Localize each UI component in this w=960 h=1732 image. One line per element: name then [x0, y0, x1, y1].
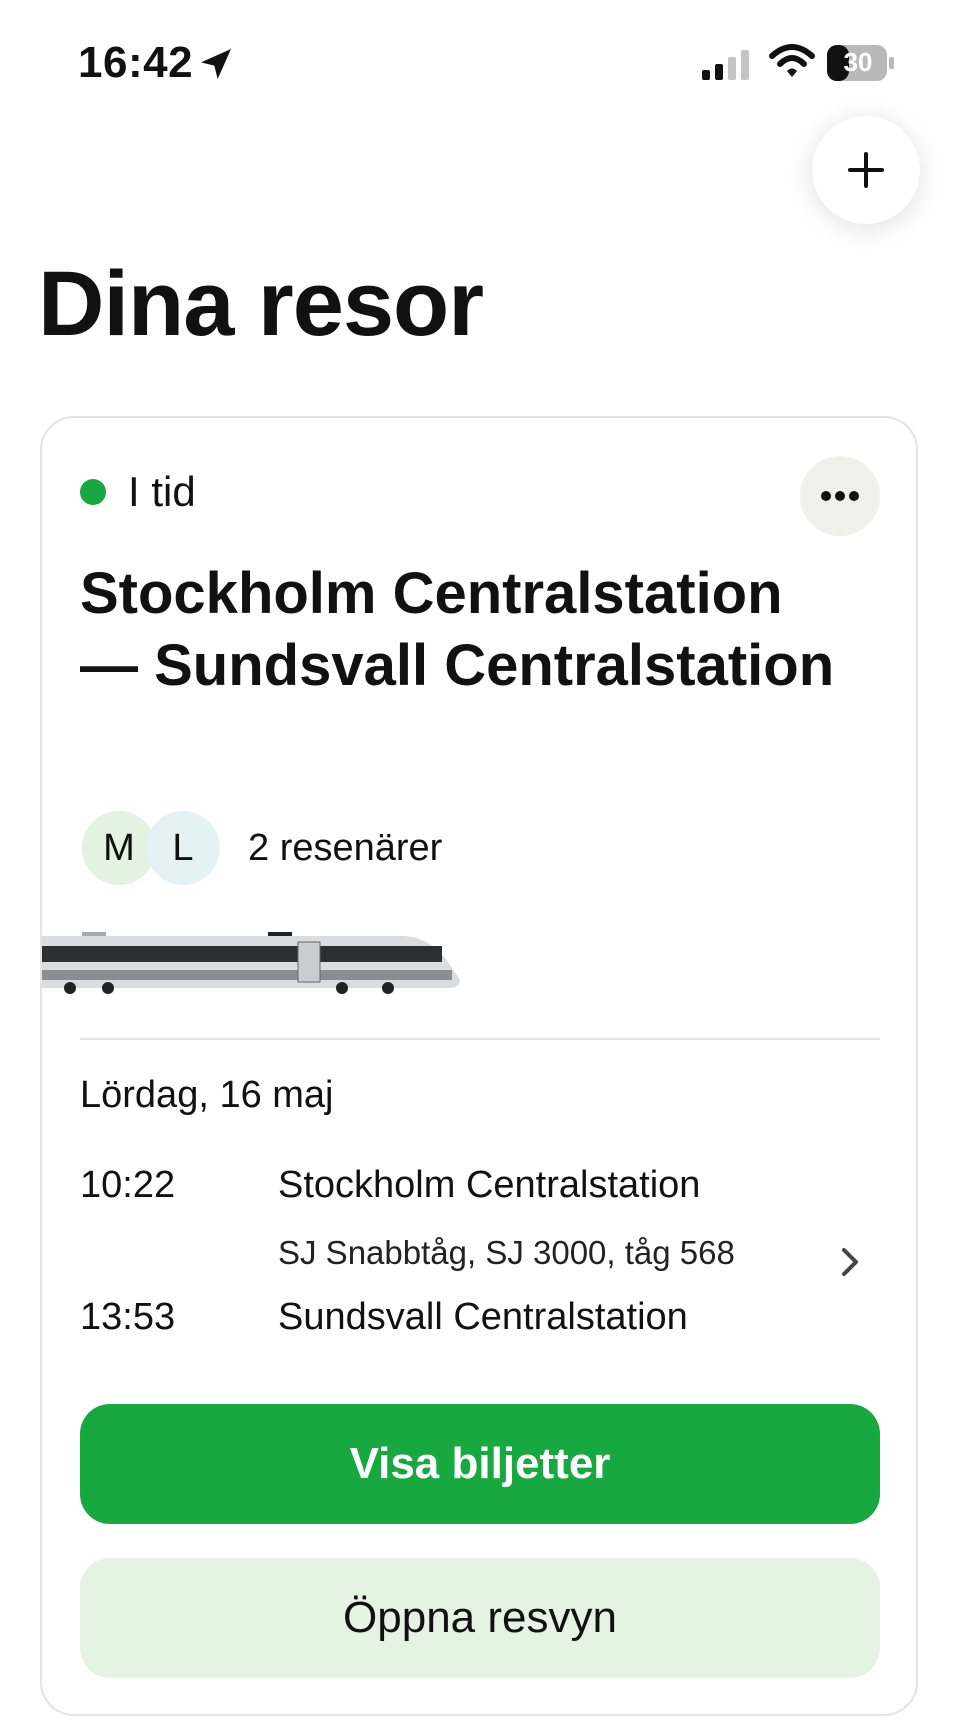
- add-trip-button[interactable]: [812, 116, 920, 224]
- trip-status-text: I tid: [128, 468, 196, 515]
- show-tickets-button[interactable]: Visa biljetter: [80, 1404, 880, 1524]
- trip-status: I tid: [80, 468, 196, 516]
- more-icon: [821, 491, 859, 501]
- travelers-count: 2 resenärer: [248, 826, 443, 869]
- page-title: Dina resor: [38, 253, 484, 355]
- wifi-icon: [769, 44, 815, 77]
- more-options-button[interactable]: [800, 456, 880, 536]
- travelers: M L 2 resenärer: [82, 808, 442, 888]
- arrival-time: 13:53: [80, 1296, 176, 1338]
- trip-card[interactable]: I tid Stockholm Centralstation— Sundsval…: [40, 416, 918, 1716]
- divider: [80, 1038, 880, 1040]
- plus-icon: [848, 152, 884, 188]
- trip-date: Lördag, 16 maj: [80, 1074, 334, 1116]
- avatar: L: [146, 811, 220, 885]
- signal-icon: [702, 50, 749, 80]
- train-info: SJ Snabbtåg, SJ 3000, tåg 568: [278, 1234, 735, 1271]
- battery-level: 30: [843, 47, 873, 77]
- status-time: 16:42: [78, 38, 194, 87]
- avatar: M: [82, 811, 156, 885]
- chevron-right-icon[interactable]: [838, 1244, 864, 1280]
- train-illustration-icon: [42, 932, 460, 994]
- location-arrow-icon: [201, 49, 231, 79]
- arrival-station: Sundsvall Centralstation: [278, 1296, 688, 1338]
- departure-station: Stockholm Centralstation: [278, 1164, 701, 1206]
- status-bar: 16:42 30: [0, 0, 960, 130]
- route-title: Stockholm Centralstation— Sundsvall Cent…: [80, 561, 835, 698]
- status-dot-icon: [80, 479, 106, 505]
- departure-time: 10:22: [80, 1164, 176, 1206]
- open-trip-view-button[interactable]: Öppna resvyn: [80, 1558, 880, 1678]
